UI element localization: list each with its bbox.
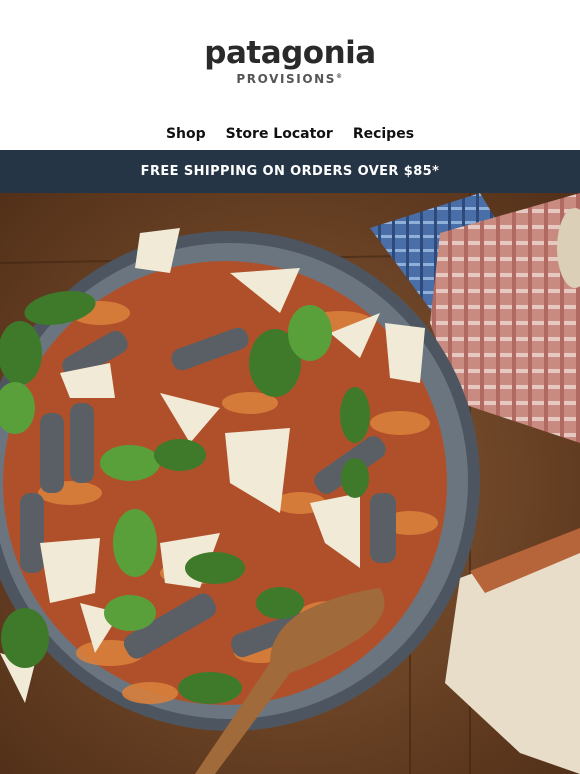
brand-name: patagonia: [204, 35, 376, 71]
shipping-banner-text: FREE SHIPPING ON ORDERS OVER $85*: [140, 164, 440, 179]
hero-image[interactable]: [0, 193, 580, 774]
main-nav: Shop Store Locator Recipes: [0, 118, 580, 149]
shipping-banner[interactable]: FREE SHIPPING ON ORDERS OVER $85*: [0, 150, 580, 193]
pasta-dish-illustration: [0, 193, 580, 774]
brand-logo[interactable]: patagonia PROVISIONS®: [0, 36, 580, 86]
nav-item-shop[interactable]: Shop: [166, 126, 206, 142]
header: patagonia PROVISIONS®: [0, 0, 580, 118]
nav-item-store-locator[interactable]: Store Locator: [226, 126, 333, 142]
nav-item-recipes[interactable]: Recipes: [353, 126, 414, 142]
brand-subtitle: PROVISIONS®: [236, 72, 344, 86]
